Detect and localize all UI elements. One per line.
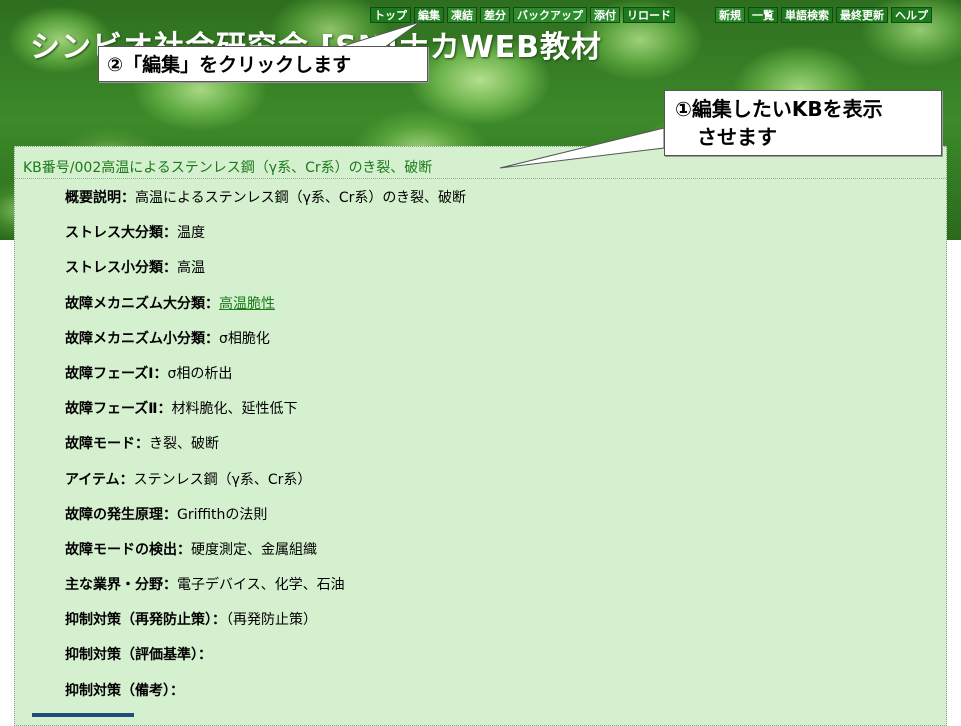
field-label: 抑制対策（再発防止策）： xyxy=(65,612,226,629)
toolbar-new-button[interactable]: 新規 xyxy=(715,7,745,23)
field-value: ステンレス鋼（γ系、Cr系） xyxy=(133,471,312,488)
toolbar-diff-button[interactable]: 差分 xyxy=(480,7,510,23)
field-value: 高温 xyxy=(177,260,205,277)
field-label: 故障メカニズム小分類： xyxy=(65,330,219,347)
field-phase-1: 故障フェーズⅠ：σ相の析出 xyxy=(65,365,466,400)
field-value: σ相の析出 xyxy=(167,365,233,382)
toolbar-secondary: 新規 一覧 単語検索 最終更新 ヘルプ xyxy=(715,7,932,23)
field-value: Griffithの法則 xyxy=(177,506,268,523)
field-stress-major: ストレス大分類：温度 xyxy=(65,224,466,259)
field-value: σ相脆化 xyxy=(219,330,270,347)
field-value: き裂、破断 xyxy=(149,436,219,453)
callout-step2: ②「編集」をクリックします xyxy=(98,46,428,82)
callout-step2-text: ②「編集」をクリックします xyxy=(107,54,352,76)
field-failure-mode: 故障モード：き裂、破断 xyxy=(65,435,466,470)
field-label: 故障メカニズム大分類： xyxy=(65,295,219,312)
field-label: 主な業界・分野： xyxy=(65,577,177,594)
field-label: ストレス小分類： xyxy=(65,260,177,277)
field-label: 故障モード： xyxy=(65,436,149,453)
kb-title: KB番号/002高温によるステンレス鋼（γ系、Cr系）のき裂、破断 xyxy=(23,160,433,176)
field-value: 硬度測定、金属組織 xyxy=(191,541,317,558)
field-industry: 主な業界・分野：電子デバイス、化学、石油 xyxy=(65,576,466,611)
kb-panel: KB番号/002高温によるステンレス鋼（γ系、Cr系）のき裂、破断 概要説明：高… xyxy=(14,146,947,726)
callout-step1: ①編集したいKBを表示 させます xyxy=(664,90,942,156)
field-countermeasure-notes: 抑制対策（備考）： xyxy=(65,682,466,717)
field-principle: 故障の発生原理：Griffithの法則 xyxy=(65,506,466,541)
field-label: 概要説明： xyxy=(65,190,135,206)
toolbar-list-button[interactable]: 一覧 xyxy=(748,7,778,23)
field-value: 高温によるステンレス鋼（γ系、Cr系）のき裂、破断 xyxy=(135,190,466,206)
field-mechanism-minor: 故障メカニズム小分類：σ相脆化 xyxy=(65,330,466,365)
toolbar-attach-button[interactable]: 添付 xyxy=(590,7,620,23)
field-label: 抑制対策（評価基準）： xyxy=(65,647,212,664)
kb-field-list: 概要説明：高温によるステンレス鋼（γ系、Cr系）のき裂、破断 ストレス大分類：温… xyxy=(65,189,466,717)
callout-step1-line1: ①編集したいKBを表示 xyxy=(675,97,883,121)
toolbar-recent-button[interactable]: 最終更新 xyxy=(836,7,888,23)
field-countermeasure-recurrence: 抑制対策（再発防止策）：（再発防止策） xyxy=(65,611,466,646)
callout-step1-line2: させます xyxy=(697,125,777,149)
field-value: （再発防止策） xyxy=(226,612,317,629)
field-label: 故障モードの検出： xyxy=(65,541,191,558)
field-value: 電子デバイス、化学、石油 xyxy=(177,577,345,594)
field-phase-2: 故障フェーズⅡ：材料脆化、延性低下 xyxy=(65,400,466,435)
field-mechanism-major: 故障メカニズム大分類：高温脆性 xyxy=(65,295,466,330)
field-label: ストレス大分類： xyxy=(65,225,177,242)
field-label: 故障の発生原理： xyxy=(65,506,177,523)
toolbar-primary: トップ 編集 凍結 差分 バックアップ 添付 リロード xyxy=(370,7,675,23)
field-value: 温度 xyxy=(177,225,205,242)
field-label: 抑制対策（備考）： xyxy=(65,682,184,699)
field-item: アイテム：ステンレス鋼（γ系、Cr系） xyxy=(65,471,466,506)
divider xyxy=(15,178,946,179)
toolbar-backup-button[interactable]: バックアップ xyxy=(513,7,587,23)
toolbar-edit-button[interactable]: 編集 xyxy=(414,7,444,23)
toolbar-freeze-button[interactable]: 凍結 xyxy=(447,7,477,23)
field-label: 故障フェーズⅡ： xyxy=(65,401,172,418)
field-summary: 概要説明：高温によるステンレス鋼（γ系、Cr系）のき裂、破断 xyxy=(65,189,466,224)
field-label: アイテム： xyxy=(65,471,134,488)
mechanism-link[interactable]: 高温脆性 xyxy=(219,296,275,312)
toolbar-help-button[interactable]: ヘルプ xyxy=(891,7,932,23)
field-stress-minor: ストレス小分類：高温 xyxy=(65,259,466,294)
bottom-edge-bar xyxy=(32,713,134,717)
toolbar-reload-button[interactable]: リロード xyxy=(623,7,675,23)
field-countermeasure-criteria: 抑制対策（評価基準）： xyxy=(65,646,466,681)
toolbar-search-button[interactable]: 単語検索 xyxy=(781,7,833,23)
field-detection: 故障モードの検出：硬度測定、金属組織 xyxy=(65,541,466,576)
field-label: 故障フェーズⅠ： xyxy=(65,365,168,382)
toolbar-top-button[interactable]: トップ xyxy=(370,7,411,23)
field-value: 材料脆化、延性低下 xyxy=(171,401,298,418)
